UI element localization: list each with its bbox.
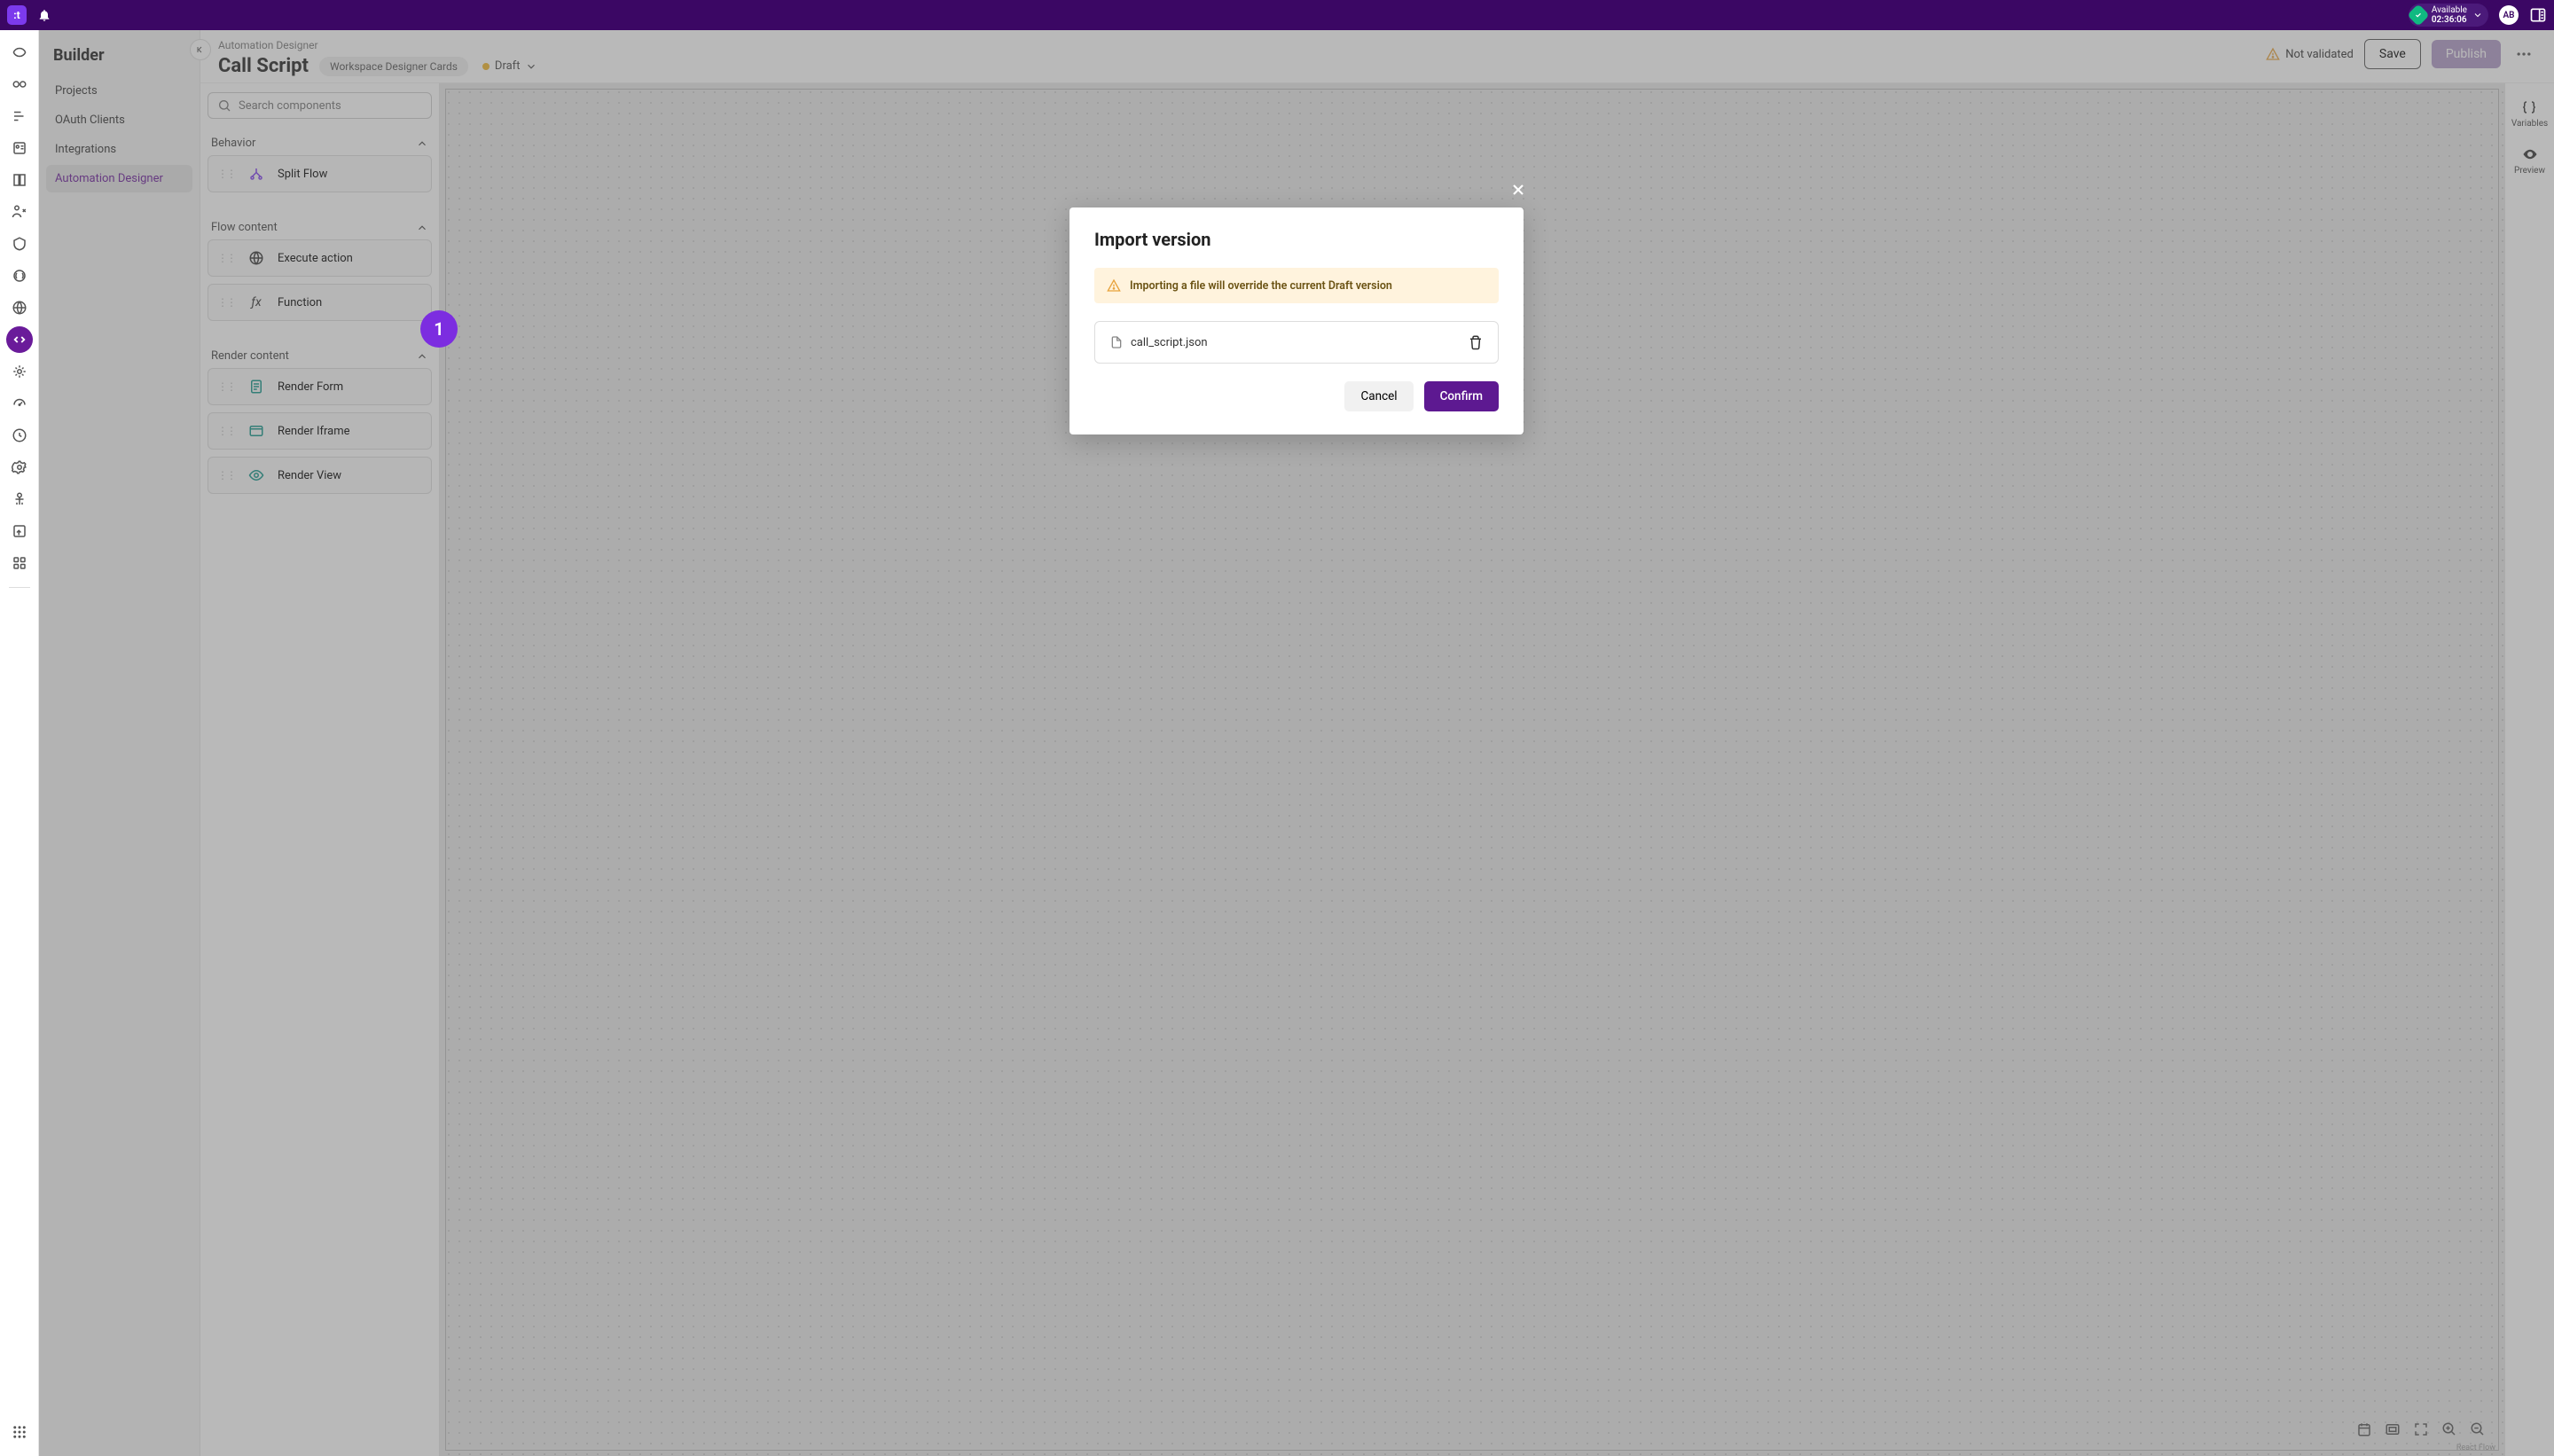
rail-item-5[interactable] bbox=[6, 167, 33, 193]
availability-chip[interactable]: Available 02:36:06 bbox=[2409, 4, 2488, 27]
topbar-right: Available 02:36:06 AB bbox=[2409, 4, 2547, 27]
rail-item-13[interactable] bbox=[6, 422, 33, 449]
rail-item-12[interactable] bbox=[6, 390, 33, 417]
rail-item-16[interactable] bbox=[6, 518, 33, 544]
app-logo[interactable]: :t bbox=[7, 5, 27, 25]
rail-item-1[interactable] bbox=[6, 39, 33, 66]
primary-nav-rail bbox=[0, 30, 39, 1456]
trash-icon bbox=[1468, 334, 1484, 350]
close-icon bbox=[1509, 181, 1527, 199]
uploaded-file: call_script.json bbox=[1094, 321, 1499, 364]
status-time: 02:36:06 bbox=[2432, 15, 2467, 25]
rail-item-17[interactable] bbox=[6, 550, 33, 576]
annotation-marker-1: 1 bbox=[420, 310, 458, 348]
rail-item-7[interactable] bbox=[6, 231, 33, 257]
filename-label: call_script.json bbox=[1131, 336, 1208, 349]
rail-item-11[interactable] bbox=[6, 358, 33, 385]
notifications-icon[interactable] bbox=[37, 8, 51, 22]
rail-item-code[interactable] bbox=[6, 326, 33, 353]
cancel-button[interactable]: Cancel bbox=[1344, 381, 1413, 411]
status-label: Available bbox=[2432, 5, 2467, 15]
chevron-down-icon bbox=[2472, 10, 2483, 20]
import-version-modal: Import version Importing a file will ove… bbox=[1069, 207, 1524, 434]
modal-title: Import version bbox=[1094, 229, 1499, 250]
rail-apps-icon[interactable] bbox=[6, 1419, 33, 1445]
topbar-left: :t bbox=[7, 5, 51, 25]
user-avatar[interactable]: AB bbox=[2499, 5, 2519, 25]
warning-text: Importing a file will override the curre… bbox=[1130, 279, 1392, 293]
rail-item-3[interactable] bbox=[6, 103, 33, 129]
rail-item-14[interactable] bbox=[6, 454, 33, 481]
confirm-button[interactable]: Confirm bbox=[1424, 381, 1499, 411]
modal-overlay[interactable]: Import version Importing a file will ove… bbox=[39, 30, 2554, 1456]
rail-item-15[interactable] bbox=[6, 486, 33, 513]
status-diamond-icon bbox=[2407, 4, 2429, 26]
rail-item-4[interactable] bbox=[6, 135, 33, 161]
rail-item-8[interactable] bbox=[6, 262, 33, 289]
warning-icon bbox=[1107, 278, 1121, 293]
rail-item-6[interactable] bbox=[6, 199, 33, 225]
delete-file-button[interactable] bbox=[1468, 334, 1484, 350]
close-modal-button[interactable] bbox=[1509, 181, 1527, 199]
panel-toggle-icon[interactable] bbox=[2529, 6, 2547, 24]
warning-banner: Importing a file will override the curre… bbox=[1094, 268, 1499, 303]
top-bar: :t Available 02:36:06 AB bbox=[0, 0, 2554, 30]
file-icon bbox=[1109, 335, 1124, 349]
rail-item-9[interactable] bbox=[6, 294, 33, 321]
rail-item-2[interactable] bbox=[6, 71, 33, 98]
